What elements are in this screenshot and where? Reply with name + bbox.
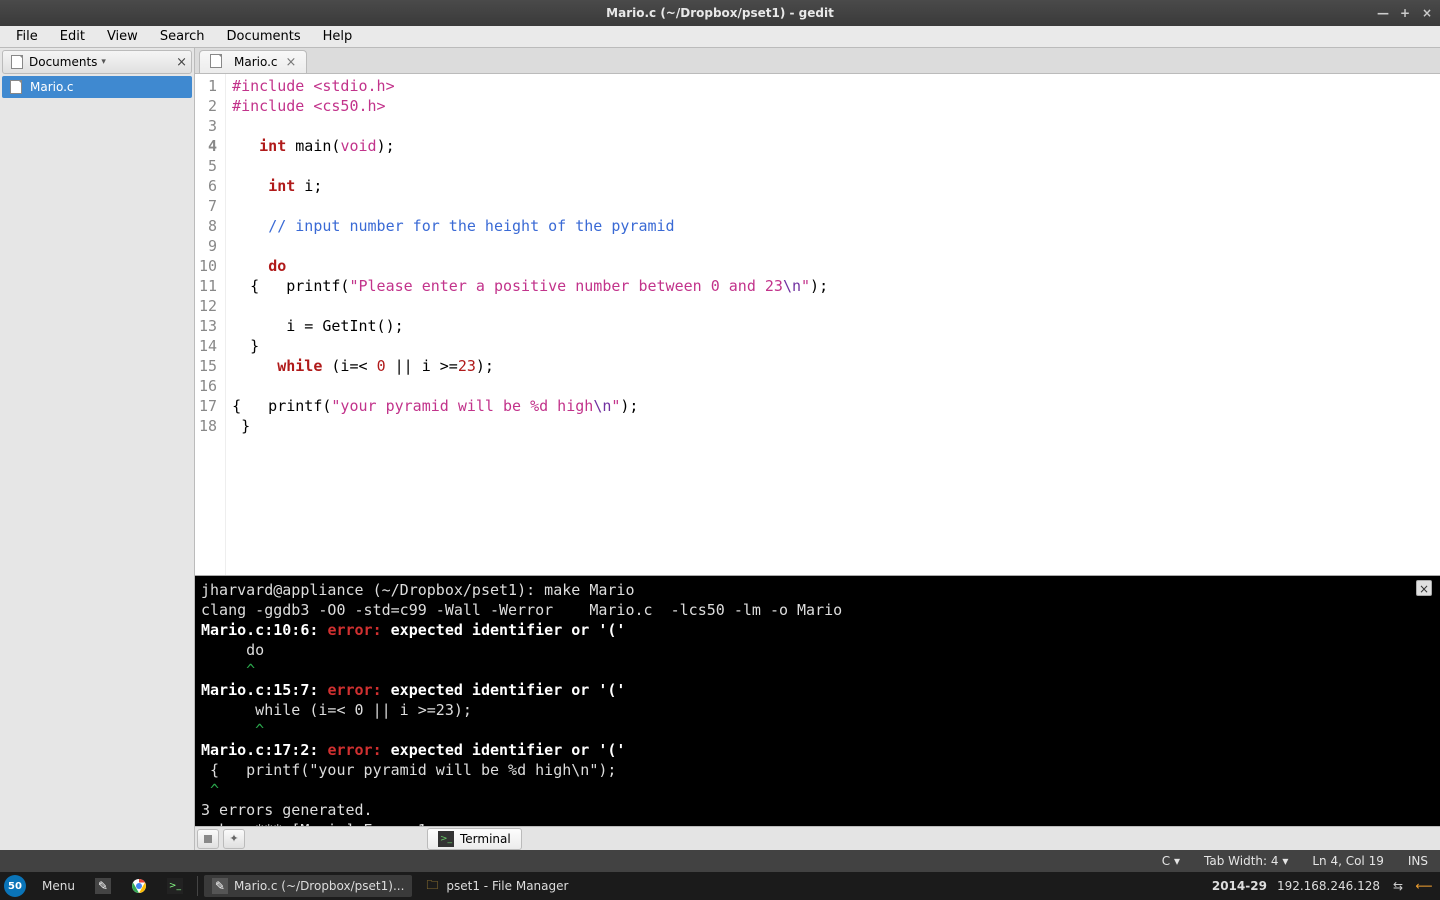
editor-tabbar: Mario.c × [195, 48, 1440, 74]
launcher-terminal[interactable]: >_ [159, 875, 191, 897]
taskbar-divider [197, 876, 198, 896]
document-icon [9, 54, 25, 70]
bottom-panel-button-2[interactable]: ✦ [223, 829, 245, 849]
file-icon [8, 79, 24, 95]
os-taskbar: 50 Menu ✎ >_ ✎ Mario.c (~/Dropbox/pset1)… [0, 872, 1440, 900]
chevron-down-icon[interactable]: ▾ [101, 57, 106, 67]
code-content[interactable]: #include <stdio.h> #include <cs50.h> int… [226, 74, 834, 575]
launcher-chrome[interactable] [123, 875, 155, 897]
taskbar-app-label: Mario.c (~/Dropbox/pset1)... [234, 879, 404, 893]
status-tabwidth[interactable]: Tab Width: 4 ▾ [1204, 854, 1288, 868]
editor-tab[interactable]: Mario.c × [199, 50, 307, 73]
menu-view[interactable]: View [97, 27, 148, 46]
square-icon [204, 835, 212, 843]
tray-ip: 192.168.246.128 [1277, 879, 1380, 893]
side-panel: Documents ▾ × Mario.c [0, 48, 195, 850]
system-tray: 2014-29 192.168.246.128 ⇆ ⟵ [1212, 878, 1432, 894]
taskbar-app-filemanager[interactable]: 🗀 pset1 - File Manager [416, 875, 576, 897]
chrome-icon [131, 878, 147, 894]
start-menu-button[interactable]: Menu [34, 876, 83, 896]
workspace: Documents ▾ × Mario.c Mario.c × 12345678… [0, 48, 1440, 850]
maximize-icon[interactable]: + [1398, 6, 1412, 20]
gedit-launcher-icon: ✎ [95, 878, 111, 894]
bottom-panel-tabs: ✦ >_ Terminal [195, 826, 1440, 850]
taskbar-app-gedit[interactable]: ✎ Mario.c (~/Dropbox/pset1)... [204, 875, 412, 897]
taskbar-app-label: pset1 - File Manager [446, 879, 568, 893]
start-menu-icon[interactable]: 50 [4, 875, 26, 897]
terminal-pane[interactable]: jharvard@appliance (~/Dropbox/pset1): ma… [195, 576, 1440, 826]
status-insert-mode: INS [1408, 854, 1428, 868]
window-title: Mario.c (~/Dropbox/pset1) - gedit [606, 6, 834, 20]
statusbar: C ▾ Tab Width: 4 ▾ Ln 4, Col 19 INS [0, 850, 1440, 872]
window-titlebar: Mario.c (~/Dropbox/pset1) - gedit — + × [0, 0, 1440, 26]
menu-search[interactable]: Search [150, 27, 215, 46]
close-icon[interactable]: × [1420, 6, 1434, 20]
tray-clock[interactable]: 2014-29 [1212, 879, 1267, 893]
terminal-launcher-icon: >_ [167, 878, 183, 894]
start-menu-label: Menu [42, 879, 75, 893]
gedit-icon: ✎ [212, 878, 228, 894]
minimize-icon[interactable]: — [1376, 6, 1390, 20]
line-number-gutter: 123456789101112131415161718 [195, 74, 226, 575]
menubar: File Edit View Search Documents Help [0, 26, 1440, 48]
side-panel-header[interactable]: Documents ▾ × [2, 50, 192, 74]
bottom-panel-button-1[interactable] [197, 829, 219, 849]
status-cursor-pos: Ln 4, Col 19 [1312, 854, 1384, 868]
terminal-close-icon[interactable]: × [1416, 580, 1432, 596]
terminal-icon: >_ [438, 831, 454, 847]
launcher-gedit[interactable]: ✎ [87, 875, 119, 897]
folder-icon: 🗀 [424, 878, 440, 894]
editor-area: Mario.c × 123456789101112131415161718 #i… [195, 48, 1440, 850]
gear-icon: ✦ [229, 832, 238, 845]
bottom-tab-terminal[interactable]: >_ Terminal [427, 828, 522, 850]
status-language[interactable]: C ▾ [1162, 854, 1180, 868]
bottom-tab-label: Terminal [460, 832, 511, 846]
side-panel-title: Documents [29, 55, 97, 69]
editor-split: 123456789101112131415161718 #include <st… [195, 74, 1440, 826]
menu-file[interactable]: File [6, 27, 48, 46]
editor-tab-label: Mario.c [234, 55, 278, 69]
sidebar-document-item[interactable]: Mario.c [2, 76, 192, 98]
file-icon [210, 54, 226, 70]
menu-documents[interactable]: Documents [216, 27, 310, 46]
network-icon[interactable]: ⇆ [1390, 878, 1406, 894]
code-editor[interactable]: 123456789101112131415161718 #include <st… [195, 74, 1440, 576]
side-panel-close-icon[interactable]: × [176, 55, 187, 70]
menu-edit[interactable]: Edit [50, 27, 95, 46]
arrow-left-icon[interactable]: ⟵ [1416, 878, 1432, 894]
tab-close-icon[interactable]: × [286, 55, 297, 70]
terminal-wrapper: jharvard@appliance (~/Dropbox/pset1): ma… [195, 576, 1440, 826]
sidebar-document-label: Mario.c [30, 80, 74, 94]
menu-help[interactable]: Help [313, 27, 363, 46]
